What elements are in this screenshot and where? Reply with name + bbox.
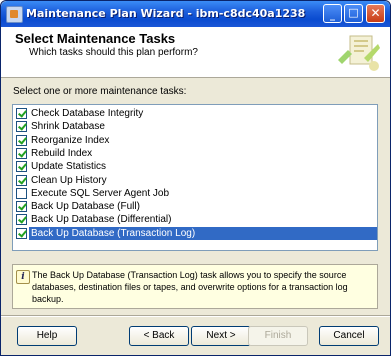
task-checkbox[interactable]	[16, 187, 27, 199]
task-item[interactable]: Back Up Database (Differential)	[14, 213, 376, 226]
task-checkbox[interactable]	[16, 121, 27, 133]
task-label: Back Up Database (Differential)	[31, 214, 172, 226]
task-label: Back Up Database (Full)	[31, 201, 140, 213]
tasks-label: Select one or more maintenance tasks:	[13, 86, 187, 97]
task-label: Update Statistics	[31, 161, 107, 173]
page-title: Select Maintenance Tasks	[15, 31, 176, 46]
cancel-button[interactable]: Cancel	[319, 326, 379, 346]
task-item[interactable]: Rebuild Index	[14, 147, 376, 160]
task-item[interactable]: Reorganize Index	[14, 134, 376, 147]
task-label: Reorganize Index	[31, 134, 110, 146]
task-checkbox[interactable]	[16, 134, 27, 146]
page-subtitle: Which tasks should this plan perform?	[29, 47, 198, 58]
task-checkbox[interactable]	[16, 174, 27, 186]
task-item[interactable]: Execute SQL Server Agent Job	[14, 187, 376, 200]
task-checkbox[interactable]	[16, 108, 27, 119]
task-checkbox[interactable]	[16, 161, 27, 173]
title-bar[interactable]: Maintenance Plan Wizard - ibm-c8dc40a123…	[1, 1, 390, 27]
close-button[interactable]: ✕	[366, 4, 385, 23]
help-button[interactable]: Help	[17, 326, 77, 346]
task-item[interactable]: Shrink Database	[14, 120, 376, 133]
task-description-box: i The Back Up Database (Transaction Log)…	[12, 264, 378, 309]
task-item[interactable]: Back Up Database (Transaction Log)	[14, 226, 377, 240]
task-item[interactable]: Back Up Database (Full)	[14, 200, 376, 213]
wizard-header: Select Maintenance Tasks Which tasks sho…	[1, 27, 390, 78]
task-label: Shrink Database	[31, 121, 105, 133]
task-item[interactable]: Check Database Integrity	[14, 107, 376, 120]
wizard-window: Maintenance Plan Wizard - ibm-c8dc40a123…	[0, 0, 391, 356]
app-icon	[6, 6, 23, 23]
task-checkbox[interactable]	[16, 214, 27, 226]
task-label: Check Database Integrity	[31, 108, 144, 119]
info-icon: i	[16, 270, 30, 284]
maximize-button[interactable]: □	[344, 4, 363, 23]
task-checkbox[interactable]	[16, 227, 27, 239]
task-label: Clean Up History	[31, 174, 107, 186]
task-label: Rebuild Index	[31, 147, 93, 159]
task-checkbox[interactable]	[16, 147, 27, 159]
task-item[interactable]: Clean Up History	[14, 174, 376, 187]
task-item[interactable]: Update Statistics	[14, 160, 376, 173]
task-label: Back Up Database (Transaction Log)	[29, 226, 377, 240]
back-button[interactable]: < Back	[129, 326, 189, 346]
task-description-text: The Back Up Database (Transaction Log) t…	[32, 270, 348, 304]
maintenance-task-list[interactable]: Check Database Integrity Shrink Database R…	[12, 104, 378, 251]
next-button[interactable]: Next >	[191, 326, 251, 346]
window-title: Maintenance Plan Wizard - ibm-c8dc40a123…	[26, 7, 306, 20]
finish-button[interactable]: Finish	[248, 326, 308, 346]
minimize-button[interactable]: _	[323, 4, 342, 23]
task-label: Execute SQL Server Agent Job	[31, 187, 170, 199]
wizard-illustration-icon	[338, 35, 380, 71]
task-checkbox[interactable]	[16, 201, 27, 213]
button-separator	[1, 315, 390, 317]
